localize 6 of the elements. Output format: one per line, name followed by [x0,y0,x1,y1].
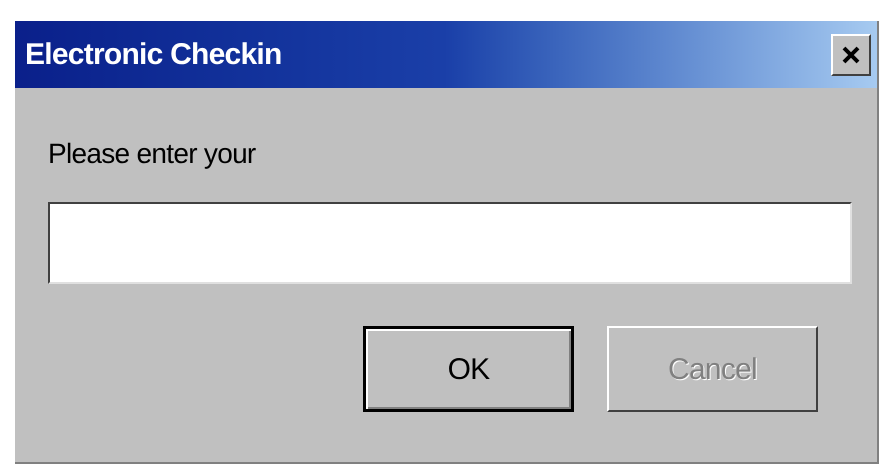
close-button[interactable] [831,34,871,76]
prompt-label: Please enter your [48,140,257,168]
input-field[interactable] [48,202,852,284]
close-icon [841,44,861,64]
dialog-button[interactable]: OK [363,326,574,412]
window-title: Electronic Checkin [25,37,282,73]
